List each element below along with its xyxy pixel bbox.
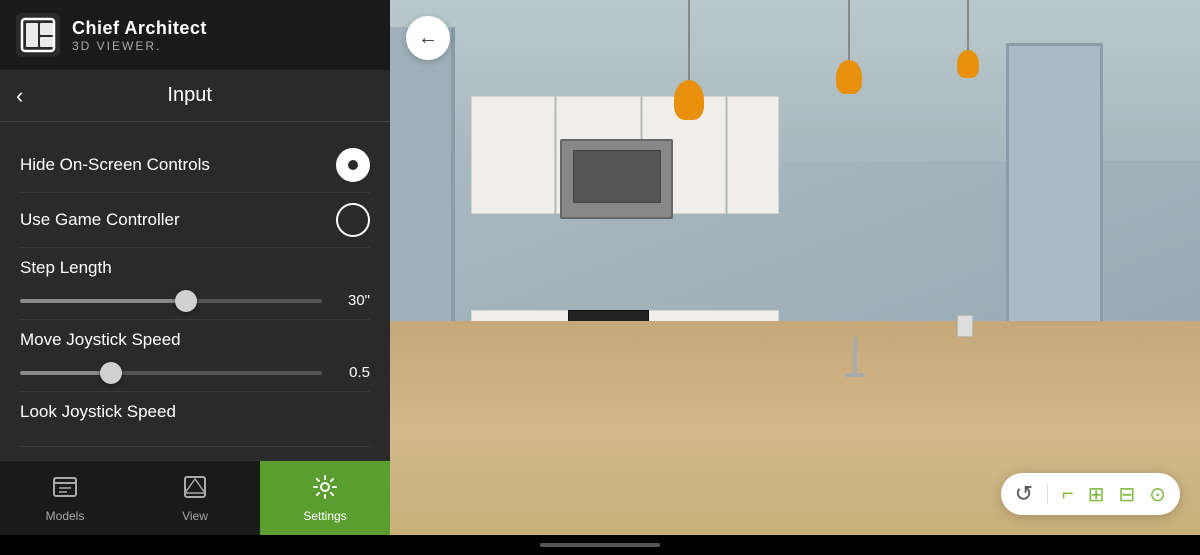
rotate-icon[interactable]: ↺ <box>1015 481 1033 507</box>
back-button[interactable]: ‹ <box>16 85 23 107</box>
look-joystick-section: Look Joystick Speed <box>20 392 370 447</box>
step-length-section: Step Length 30" <box>20 248 370 320</box>
building-icon[interactable]: ⊟ <box>1118 482 1135 507</box>
scene-toolbar: ↺ ⌐ ⊞ ⊟ ⊙ <box>1001 473 1180 515</box>
view-tab-label: View <box>182 509 208 523</box>
nav-header: ‹ Input <box>0 70 390 122</box>
step-length-row: 30" <box>20 292 370 309</box>
use-game-controller-row: Use Game Controller <box>20 193 370 248</box>
scene-back-icon: ← <box>418 27 438 50</box>
logo-text: Chief Architect 3D VIEWER. <box>72 18 207 53</box>
move-joystick-label: Move Joystick Speed <box>20 330 370 350</box>
tab-view[interactable]: View <box>130 461 260 535</box>
left-panel: Chief Architect 3D VIEWER. ‹ Input Hide … <box>0 0 390 535</box>
tab-models[interactable]: Models <box>0 461 130 535</box>
move-joystick-thumb[interactable] <box>100 362 122 384</box>
floor-plan-icon[interactable]: ⌐ <box>1062 483 1074 506</box>
look-joystick-label: Look Joystick Speed <box>20 402 370 422</box>
layout-icon[interactable]: ⊞ <box>1088 482 1105 507</box>
app-subtitle: 3D VIEWER. <box>72 39 207 53</box>
step-length-track[interactable] <box>20 299 322 303</box>
scene-render <box>390 0 1200 535</box>
pendant-1 <box>674 0 704 120</box>
move-joystick-fill <box>20 371 111 375</box>
tab-bar: Models View Settings <box>0 460 390 535</box>
view-icon <box>181 473 209 505</box>
hide-onscreen-row: Hide On-Screen Controls <box>20 138 370 193</box>
move-joystick-section: Move Joystick Speed 0.5 <box>20 320 370 392</box>
move-joystick-row: 0.5 <box>20 364 370 381</box>
settings-tab-label: Settings <box>303 509 346 523</box>
cabinet-4 <box>727 96 778 214</box>
logo-header: Chief Architect 3D VIEWER. <box>0 0 390 70</box>
home-indicator <box>540 543 660 547</box>
scene-back-button[interactable]: ← <box>406 16 450 60</box>
step-length-label: Step Length <box>20 258 370 278</box>
step-length-value: 30" <box>334 292 370 309</box>
pendant-3 <box>957 0 979 78</box>
page-title: Input <box>35 84 344 107</box>
cabinet-1 <box>471 96 555 214</box>
use-game-controller-toggle[interactable] <box>336 203 370 237</box>
faucet <box>845 337 865 387</box>
hide-onscreen-label: Hide On-Screen Controls <box>20 155 210 175</box>
app-name: Chief Architect <box>72 18 207 39</box>
move-joystick-value: 0.5 <box>334 364 370 381</box>
microwave <box>560 139 673 219</box>
pendant-2 <box>836 0 862 94</box>
app-logo-icon <box>16 13 60 57</box>
settings-icon <box>311 473 339 505</box>
view3d-icon[interactable]: ⊙ <box>1149 482 1166 507</box>
tab-settings[interactable]: Settings <box>260 461 390 535</box>
use-game-controller-label: Use Game Controller <box>20 210 180 230</box>
right-panel: ← ↺ ⌐ ⊞ ⊟ ⊙ <box>390 0 1200 535</box>
hide-onscreen-toggle[interactable] <box>336 148 370 182</box>
outlet <box>957 315 973 337</box>
models-tab-label: Models <box>46 509 85 523</box>
step-length-fill <box>20 299 186 303</box>
step-length-thumb[interactable] <box>175 290 197 312</box>
toolbar-divider-1 <box>1047 484 1048 504</box>
main-container: Chief Architect 3D VIEWER. ‹ Input Hide … <box>0 0 1200 535</box>
move-joystick-track[interactable] <box>20 371 322 375</box>
settings-content: Hide On-Screen Controls Use Game Control… <box>0 122 390 460</box>
models-icon <box>51 473 79 505</box>
bottom-bar <box>0 535 1200 555</box>
